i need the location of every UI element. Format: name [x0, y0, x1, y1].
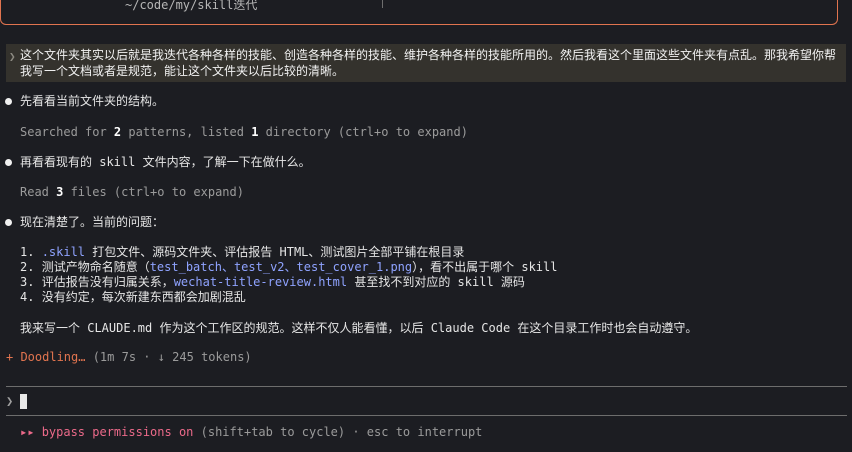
tool-result-search-suffix: directory (ctrl+o to expand) — [258, 125, 468, 139]
input-bottom-divider — [6, 415, 847, 416]
status-hint: (shift+tab to cycle) · esc to interrupt — [193, 425, 483, 439]
tool-result-read-prefix: Read — [20, 185, 57, 199]
problem-item-text: 甚至找不到对应的 skill 源码 — [347, 275, 525, 289]
problem-item-number: 1. — [20, 245, 42, 259]
user-message: ❯ 这个文件夹其实以后就是我迭代各种各样的技能、创造各种各样的技能、维护各种各样… — [6, 44, 846, 82]
problem-item-pre: 测试产物命名随意（ — [41, 260, 150, 274]
tool-result-read-suffix: files (ctrl+o to expand) — [63, 185, 244, 199]
assistant-message-1: 先看看当前文件夹的结构。 — [20, 94, 165, 108]
problem-item-1: 1. .skill 打包文件、源码文件夹、评估报告 HTML、测试图片全部平铺在… — [20, 244, 464, 260]
progress-indicator: + Doodling… (1m 7s · ↓ 245 tokens) — [6, 349, 252, 365]
problem-item-code: wechat-title-review.html — [173, 275, 348, 289]
problem-item-text: ），看不出属于哪个 skill — [412, 260, 558, 274]
problem-item-3: 3. 评估报告没有归属关系，wechat-title-review.html 甚… — [20, 274, 525, 290]
problem-item-code: test_batch、test_v2、test_cover_1.png — [149, 260, 413, 274]
problem-item-2: 2. 测试产物命名随意（test_batch、test_v2、test_cove… — [20, 259, 557, 275]
problem-item-text: 打包文件、源码文件夹、评估报告 HTML、测试图片全部平铺在根目录 — [85, 245, 465, 259]
user-message-text: 这个文件夹其实以后就是我迭代各种各样的技能、创造各种各样的技能、维护各种各样的技… — [20, 48, 837, 78]
tool-result-read[interactable]: Read 3 files (ctrl+o to expand) — [20, 184, 244, 200]
problem-item-number: 2. — [20, 260, 42, 274]
progress-marker-icon: + — [6, 350, 21, 364]
assistant-message-3: 现在清楚了。当前的问题： — [20, 215, 165, 229]
bullet-icon — [5, 219, 12, 226]
header-box: ~/code/my/skill迭代 — [0, 0, 838, 25]
problem-item-4: 4. 没有约定，每次新建东西都会加剧混乱 — [20, 289, 246, 305]
problem-item-pre: 评估报告没有归属关系， — [41, 275, 174, 289]
input-top-divider — [6, 386, 847, 387]
progress-detail: (1m 7s · ↓ 245 tokens) — [85, 350, 252, 364]
header-separator — [382, 0, 383, 8]
current-directory: ~/code/my/skill迭代 — [125, 0, 258, 12]
problem-item-number: 3. — [20, 275, 42, 289]
status-bar: ▸▸ bypass permissions on (shift+tab to c… — [20, 425, 482, 439]
prompt-input[interactable] — [20, 394, 27, 409]
problem-item-code: .skill — [41, 245, 86, 259]
input-prompt-caret-icon: ❯ — [6, 394, 14, 408]
assistant-message-2: 再看看现有的 skill 文件内容，了解一下在做什么。 — [20, 155, 311, 169]
tool-result-search[interactable]: Searched for 2 patterns, listed 1 direct… — [20, 124, 468, 140]
bullet-icon — [5, 159, 12, 166]
fast-forward-icon: ▸▸ — [20, 425, 42, 439]
assistant-conclusion: 我来写一个 CLAUDE.md 作为这个工作区的规范。这样不仅人能看懂，以后 C… — [20, 321, 698, 335]
problem-item-number: 4. — [20, 290, 42, 304]
tool-result-search-mid: patterns, listed — [121, 125, 252, 139]
bullet-icon — [5, 98, 12, 105]
progress-label: Doodling… — [20, 350, 86, 364]
problem-item-text: 没有约定，每次新建东西都会加剧混乱 — [41, 290, 246, 304]
tool-result-search-prefix: Searched for — [20, 125, 114, 139]
permission-mode[interactable]: bypass permissions on — [42, 425, 194, 439]
user-prompt-caret-icon: ❯ — [9, 50, 16, 63]
